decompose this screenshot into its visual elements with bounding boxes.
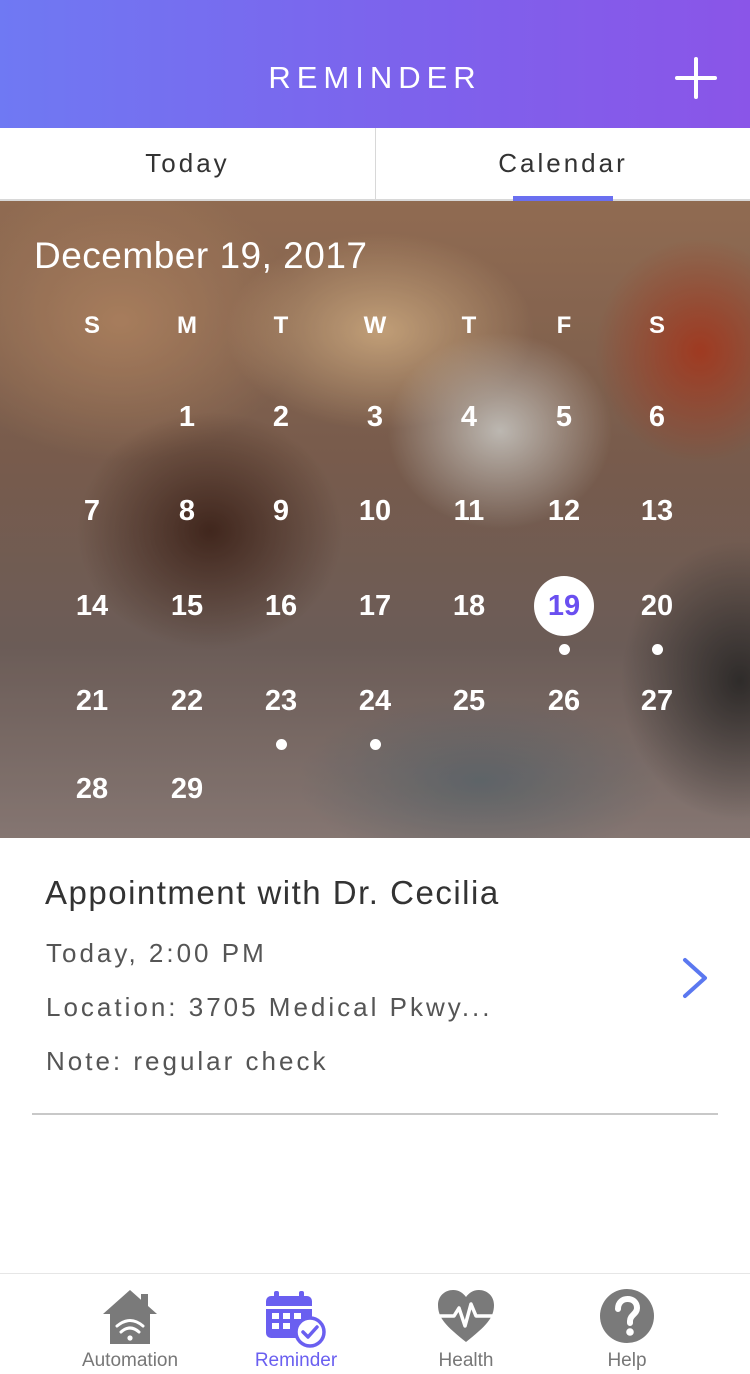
calendar-day[interactable]: 20 [627, 576, 687, 636]
plus-icon[interactable] [674, 56, 718, 100]
event-indicator-dot [369, 739, 381, 750]
calendar-day[interactable]: 1 [157, 387, 217, 447]
nav-help-label: Help [607, 1350, 647, 1371]
nav-automation[interactable]: Automation [55, 1274, 205, 1374]
event-indicator-dot [275, 739, 287, 750]
nav-reminder-label: Reminder [254, 1350, 338, 1371]
calendar-check-icon [266, 1291, 326, 1348]
nav-reminder[interactable]: Reminder [221, 1274, 371, 1374]
calendar-day[interactable]: 4 [439, 387, 499, 447]
appointment-title: Appointment with Dr. Cecilia [45, 874, 500, 911]
app-header: REMINDER [0, 0, 750, 128]
calendar-day[interactable]: 28 [62, 759, 122, 819]
weekday-label: S [83, 312, 100, 339]
page-title: REMINDER [268, 60, 482, 95]
calendar-day[interactable]: 18 [439, 576, 499, 636]
calendar-day[interactable]: 24 [345, 671, 405, 731]
appointment-card[interactable]: Appointment with Dr. Cecilia Today, 2:00… [32, 838, 718, 1115]
calendar-day[interactable]: 10 [345, 481, 405, 541]
calendar-day[interactable]: 26 [534, 671, 594, 731]
calendar-day[interactable]: 2 [251, 387, 311, 447]
event-indicator-dot [651, 644, 663, 655]
calendar-day[interactable]: 7 [62, 481, 122, 541]
calendar-day[interactable]: 25 [439, 671, 499, 731]
calendar-day[interactable]: 12 [534, 481, 594, 541]
view-tabs: Today Calendar [0, 128, 750, 201]
calendar-day-selected[interactable]: 19 [534, 576, 594, 636]
month-calendar: December 19, 2017 S M T W T F S 1 2 3 4 5 6 7 8 9 10 11 12… [0, 201, 750, 838]
event-indicator-dot [558, 644, 570, 655]
calendar-day[interactable]: 3 [345, 387, 405, 447]
tab-calendar-label: Calendar [498, 148, 628, 178]
selected-date-heading: December 19, 2017 [34, 235, 368, 276]
nav-health-label: Health [438, 1350, 494, 1371]
nav-health[interactable]: Health [391, 1274, 541, 1374]
calendar-day[interactable]: 21 [62, 671, 122, 731]
nav-automation-label: Automation [81, 1350, 179, 1371]
calendar-day[interactable]: 6 [627, 387, 687, 447]
calendar-day[interactable]: 8 [157, 481, 217, 541]
question-icon [600, 1289, 654, 1343]
chevron-right-icon[interactable] [680, 956, 710, 1000]
calendar-day[interactable]: 23 [251, 671, 311, 731]
calendar-day[interactable]: 14 [62, 576, 122, 636]
tab-today[interactable]: Today [0, 128, 375, 199]
calendar-day[interactable]: 22 [157, 671, 217, 731]
calendar-day[interactable]: 17 [345, 576, 405, 636]
heart-pulse-icon [438, 1290, 494, 1342]
weekday-label: T [273, 312, 289, 339]
calendar-day[interactable]: 11 [439, 481, 499, 541]
calendar-day[interactable]: 13 [627, 481, 687, 541]
calendar-day[interactable]: 29 [157, 759, 217, 819]
calendar-day[interactable]: 27 [627, 671, 687, 731]
calendar-day[interactable]: 5 [534, 387, 594, 447]
calendar-day[interactable]: 16 [251, 576, 311, 636]
calendar-day[interactable]: 15 [157, 576, 217, 636]
weekday-label: T [461, 312, 477, 339]
weekday-label: F [556, 312, 572, 339]
tab-calendar[interactable]: Calendar [375, 128, 750, 201]
home-wifi-icon [103, 1290, 157, 1344]
appointment-location: Location: 3705 Medical Pkwy... [46, 992, 493, 1022]
bottom-tab-bar: Automation Reminder Health Help [0, 1273, 750, 1374]
calendar-day[interactable]: 9 [251, 481, 311, 541]
weekday-label: S [648, 312, 665, 339]
weekday-label: W [363, 312, 387, 339]
appointment-note: Note: regular check [46, 1046, 329, 1076]
appointment-time: Today, 2:00 PM [46, 938, 267, 968]
nav-help[interactable]: Help [552, 1274, 702, 1374]
tab-today-label: Today [145, 148, 230, 178]
weekday-label: M [177, 312, 197, 339]
